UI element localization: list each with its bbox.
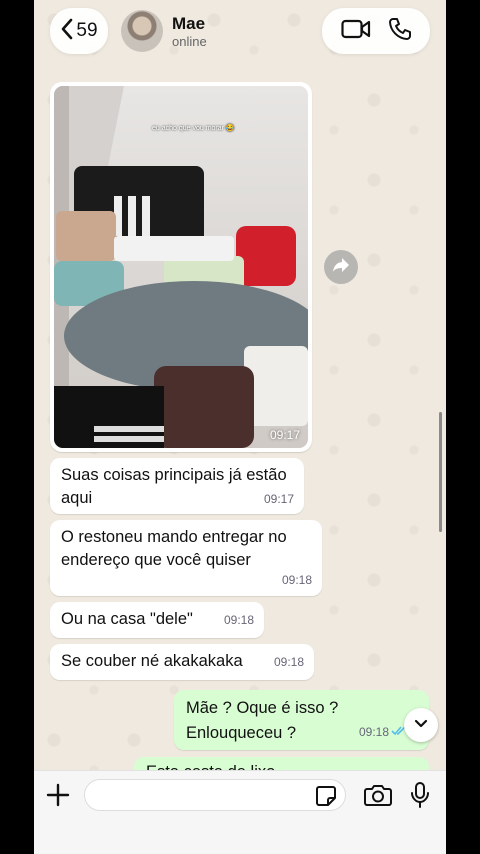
- chevron-down-icon: [414, 716, 428, 734]
- message-time: 09:18: [358, 725, 389, 739]
- avatar[interactable]: [121, 10, 163, 52]
- call-actions: [322, 8, 430, 54]
- message-time: 09:17: [263, 492, 294, 506]
- video-call-icon[interactable]: [340, 18, 371, 45]
- message-text: Se couber né akakakaka: [61, 652, 243, 670]
- chevron-left-icon: [60, 18, 74, 45]
- photo-illustration: [54, 86, 308, 448]
- message-bubble-incoming[interactable]: O restoneu mando entregar no endereço qu…: [50, 520, 322, 596]
- chat-screen: 59 Mae online eu acho que vou morar 😂 09…: [34, 0, 446, 854]
- phone-call-icon[interactable]: [388, 17, 412, 46]
- message-bubble-outgoing[interactable]: Mãe ? Oque é isso ? Enlouqueceu ? 09:18: [174, 690, 429, 750]
- camera-icon[interactable]: [364, 783, 392, 812]
- message-text: Mãe ? Oque é isso ?: [186, 699, 339, 717]
- message-input[interactable]: [84, 779, 346, 811]
- message-time: 09:18: [273, 655, 304, 669]
- message-text: aqui: [61, 489, 93, 507]
- message-text: O restoneu mando entregar no: [61, 528, 287, 546]
- forward-icon: [332, 257, 350, 278]
- message-text: Ou na casa "dele": [61, 610, 193, 628]
- contact-name[interactable]: Mae: [172, 14, 205, 34]
- message-bubble-incoming[interactable]: Se couber né akakakaka 09:18: [50, 644, 314, 680]
- media-time: 09:17: [269, 428, 300, 442]
- message-text: endereço que você quiser: [61, 551, 251, 569]
- photo-caption: eu acho que vou morar 😂: [152, 125, 235, 132]
- message-bubble-incoming[interactable]: Suas coisas principais já estão aqui 09:…: [50, 458, 304, 514]
- scroll-to-bottom-button[interactable]: [404, 708, 438, 742]
- message-bubble-incoming[interactable]: Ou na casa "dele" 09:18: [50, 602, 264, 638]
- composer: [34, 770, 446, 854]
- contact-status: online: [172, 34, 207, 49]
- message-text: Suas coisas principais já estão: [61, 466, 287, 484]
- back-button[interactable]: 59: [50, 8, 108, 54]
- forward-button[interactable]: [324, 250, 358, 284]
- chat-header: 59 Mae online: [34, 0, 446, 64]
- media-message[interactable]: eu acho que vou morar 😂 09:17: [50, 82, 312, 452]
- message-time: 09:18: [281, 573, 312, 587]
- scrollbar[interactable]: [439, 412, 442, 532]
- message-time: 09:18: [223, 613, 254, 627]
- attach-plus-icon[interactable]: [44, 781, 72, 809]
- photo[interactable]: eu acho que vou morar 😂 09:17: [54, 86, 308, 448]
- unread-count: 59: [76, 20, 98, 41]
- microphone-icon[interactable]: [410, 781, 430, 814]
- sticker-icon[interactable]: [315, 785, 337, 812]
